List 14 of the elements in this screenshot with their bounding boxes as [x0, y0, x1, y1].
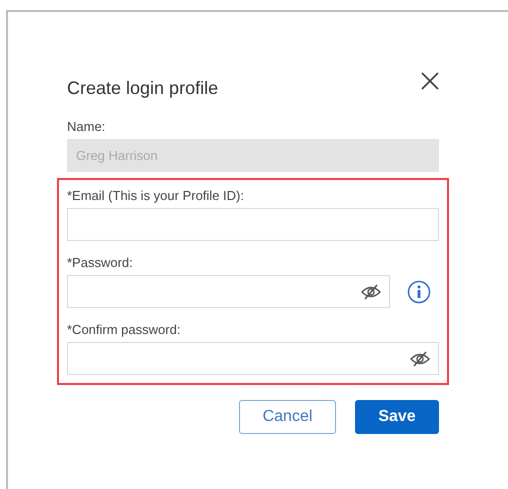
cancel-button[interactable]: Cancel — [239, 400, 336, 434]
field-label: Name: — [67, 119, 106, 134]
password-field[interactable] — [67, 342, 439, 375]
save-button[interactable]: Save — [355, 400, 439, 434]
field-label: *Confirm password: — [67, 322, 182, 337]
close-button[interactable] — [419, 70, 441, 92]
eye-slash-icon[interactable] — [361, 284, 381, 300]
field-label: *Password: — [67, 255, 134, 270]
input-field[interactable] — [67, 208, 439, 241]
field-label: *Email (This is your Profile ID): — [67, 188, 245, 203]
dialog-title: Create login profile — [67, 78, 218, 98]
eye-slash-icon[interactable] — [410, 350, 430, 366]
password-field[interactable] — [67, 275, 390, 308]
info-icon[interactable] — [407, 280, 431, 304]
